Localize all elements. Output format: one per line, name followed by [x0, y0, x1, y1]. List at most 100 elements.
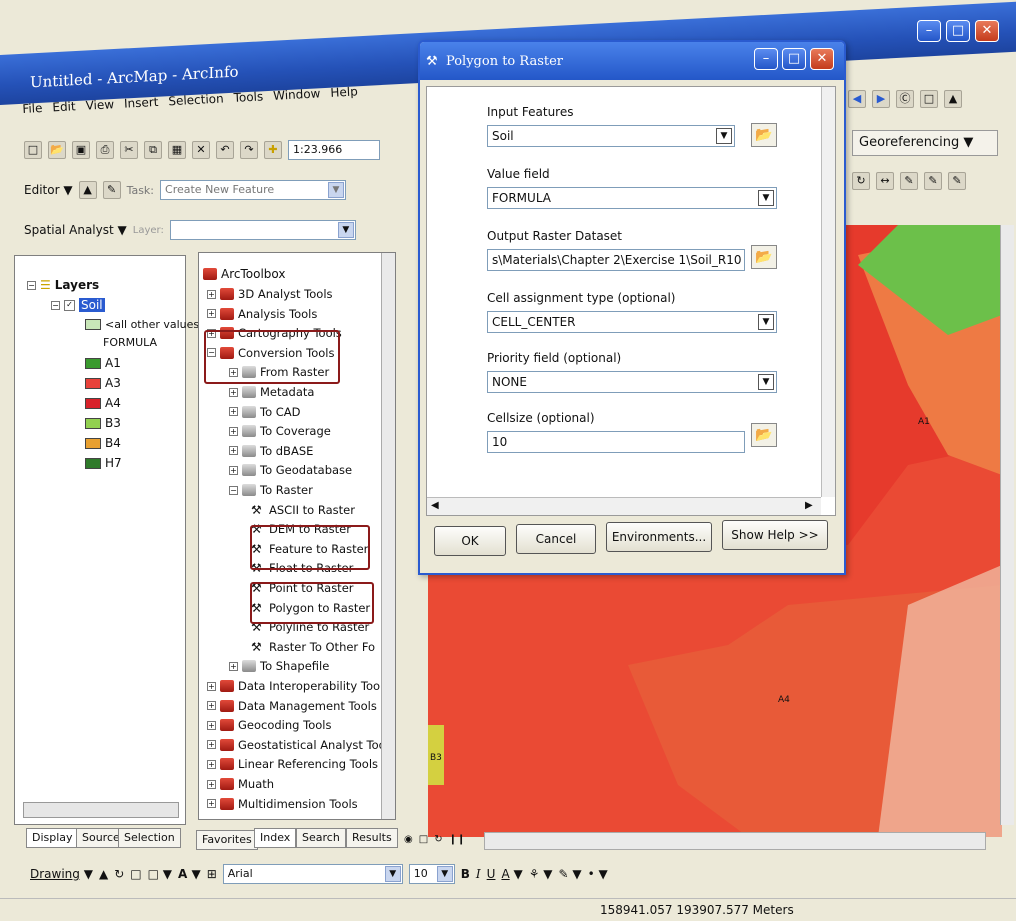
rectangle-icon[interactable]: □ ▼	[148, 867, 172, 881]
output-raster-field[interactable]: s\Materials\Chapter 2\Exercise 1\Soil_R1…	[487, 249, 745, 271]
expand-icon[interactable]: +	[207, 779, 216, 789]
edit-tool-icon[interactable]: ▲	[78, 181, 97, 199]
toolbox-item-data-interoperability-tools[interactable]: + Data Interoperability Tools	[207, 679, 389, 693]
new-icon[interactable]: □	[24, 141, 42, 159]
expand-icon[interactable]: +	[207, 681, 216, 691]
georef-shift-icon[interactable]: ↔	[876, 172, 894, 190]
cut-icon[interactable]: ✂	[120, 141, 138, 159]
cell-assignment-select[interactable]: CELL_CENTER ▼	[487, 311, 777, 333]
rotate-icon[interactable]: ↻	[114, 867, 124, 881]
bold-button[interactable]: B	[461, 867, 470, 881]
toolbox-item-to-raster[interactable]: − To Raster	[229, 483, 313, 497]
edit-vertices-icon[interactable]: ⊞	[207, 867, 217, 881]
undo-icon[interactable]: ↶	[216, 141, 234, 159]
toolbox-item-to-dbase[interactable]: + To dBASE	[229, 444, 313, 458]
toolbox-item-to-coverage[interactable]: + To Coverage	[229, 424, 331, 438]
data-view-icon[interactable]: ◉	[404, 834, 413, 845]
input-folder-icon[interactable]: 📂	[751, 123, 777, 147]
toolbox-item-data-management-tools[interactable]: + Data Management Tools	[207, 699, 377, 713]
chevron-down-icon[interactable]: ▼	[758, 374, 774, 390]
dialog-maximize-button[interactable]: □	[782, 48, 806, 70]
expand-icon[interactable]: +	[229, 465, 238, 475]
menu-view[interactable]: View	[85, 97, 115, 120]
maximize-button[interactable]: □	[946, 20, 970, 42]
toolbox-vscrollbar[interactable]	[381, 253, 395, 819]
spatial-analyst-menu[interactable]: Spatial Analyst ▼	[24, 223, 127, 237]
expand-icon[interactable]: +	[207, 701, 216, 711]
chevron-down-icon[interactable]: ▼	[758, 314, 774, 330]
sketch-tool-icon[interactable]: ✎	[102, 181, 121, 199]
find-icon[interactable]: □	[920, 90, 938, 108]
text-tool-icon[interactable]: A ▼	[178, 867, 201, 881]
chevron-down-icon[interactable]: ▼	[716, 128, 732, 144]
map-vscrollbar[interactable]	[1000, 225, 1014, 825]
drawing-menu[interactable]: Drawing ▼	[30, 867, 93, 881]
toolbox-item-muath[interactable]: + Muath	[207, 777, 274, 791]
font-combo[interactable]: Arial ▼	[222, 864, 403, 884]
expand-icon[interactable]: +	[207, 740, 216, 750]
select-elements-icon[interactable]: ▲	[99, 867, 108, 881]
layers-root[interactable]: − ☰ Layers	[27, 278, 99, 292]
tab-favorites[interactable]: Favorites	[196, 830, 258, 850]
back-arrow-icon[interactable]: ◀	[848, 90, 866, 108]
pause-icon[interactable]: ❙❙	[449, 834, 466, 845]
collapse-icon[interactable]: −	[229, 485, 238, 495]
tab-display[interactable]: Display	[26, 828, 79, 848]
input-features-field[interactable]: Soil ▼	[487, 125, 735, 147]
italic-button[interactable]: I	[476, 867, 481, 881]
scroll-right-icon[interactable]: ▶	[805, 500, 813, 511]
tab-selection[interactable]: Selection	[118, 828, 181, 848]
close-button[interactable]: ✕	[975, 20, 999, 42]
dialog-close-button[interactable]: ✕	[810, 48, 834, 70]
soil-layer[interactable]: − ✓ Soil	[51, 298, 105, 312]
toolbox-item-to-geodatabase[interactable]: + To Geodatabase	[229, 463, 352, 477]
map-scale-combo[interactable]: 1:23.966	[288, 140, 380, 160]
toolbox-item-geocoding-tools[interactable]: + Geocoding Tools	[207, 718, 331, 732]
expand-icon[interactable]: +	[229, 446, 238, 456]
expand-icon[interactable]: +	[229, 426, 238, 436]
toolbox-item-3d-analyst-tools[interactable]: +3D Analyst Tools	[207, 287, 333, 301]
toolbox-item-raster-to-other-fo[interactable]: ⚒ Raster To Other Fo	[251, 640, 375, 654]
layer-combo[interactable]: ▼	[169, 220, 356, 240]
output-folder-icon[interactable]: 📂	[751, 245, 777, 269]
font-color-button[interactable]: A ▼	[501, 867, 522, 881]
font-size-combo[interactable]: 10 ▼	[408, 864, 455, 884]
expand-icon[interactable]: +	[207, 799, 216, 809]
layout-view-icon[interactable]: □	[419, 834, 428, 845]
expand-icon[interactable]: +	[207, 309, 216, 319]
ok-button[interactable]: OK	[434, 526, 506, 556]
menu-tools[interactable]: Tools	[233, 89, 264, 113]
menu-help[interactable]: Help	[330, 84, 358, 107]
cancel-button[interactable]: Cancel	[516, 524, 596, 554]
toolbox-item-analysis-tools[interactable]: + Analysis Tools	[207, 307, 317, 321]
expand-icon[interactable]: +	[229, 387, 238, 397]
tab-search[interactable]: Search	[296, 828, 346, 848]
menu-insert[interactable]: Insert	[124, 95, 160, 119]
toolbox-item-geostatistical-analyst-tool[interactable]: + Geostatistical Analyst Tool	[207, 738, 389, 752]
marker-color-icon[interactable]: • ▼	[588, 867, 608, 881]
dialog-hscrollbar[interactable]: ◀ ▶	[427, 497, 821, 515]
delete-icon[interactable]: ✕	[192, 141, 210, 159]
expand-icon[interactable]: +	[229, 407, 238, 417]
expand-icon[interactable]: +	[229, 661, 238, 671]
toolbox-item-to-cad[interactable]: + To CAD	[229, 405, 301, 419]
dialog-vscrollbar[interactable]	[821, 87, 835, 497]
expand-icon[interactable]: +	[207, 289, 216, 299]
toc-hscrollbar[interactable]	[23, 802, 179, 818]
toolbox-item-linear-referencing-tools[interactable]: + Linear Referencing Tools	[207, 757, 378, 771]
print-icon[interactable]: ⎙	[96, 141, 114, 159]
tab-results[interactable]: Results	[346, 828, 398, 848]
menu-window[interactable]: Window	[273, 86, 321, 110]
collapse-icon[interactable]: −	[27, 280, 36, 290]
fill-color-icon[interactable]: ⚘ ▼	[529, 867, 553, 881]
georef-link-icon[interactable]: ✎	[900, 172, 918, 190]
map-hscrollbar[interactable]	[484, 832, 986, 850]
menu-selection[interactable]: Selection	[168, 91, 224, 116]
line-color-icon[interactable]: ✎ ▼	[559, 867, 582, 881]
task-combo[interactable]: Create New Feature ▼	[160, 180, 347, 200]
chevron-down-icon[interactable]: ▼	[758, 190, 774, 206]
toolbox-item-multidimension-tools[interactable]: + Multidimension Tools	[207, 797, 358, 811]
refresh-icon[interactable]: ↻	[434, 834, 442, 845]
toolbox-item-metadata[interactable]: + Metadata	[229, 385, 314, 399]
open-icon[interactable]: 📂	[48, 141, 66, 159]
